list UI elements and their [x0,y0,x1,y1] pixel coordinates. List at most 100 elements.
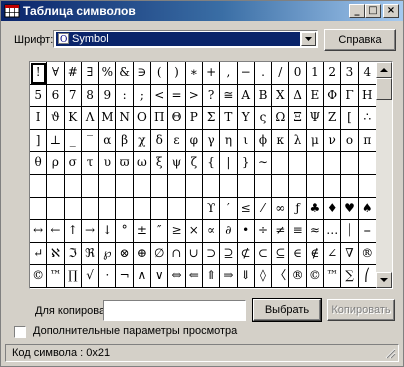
char-cell[interactable]: # [64,62,82,85]
char-cell[interactable]: Ζ [324,107,342,130]
char-cell[interactable]: ⇑ [202,265,221,288]
char-cell[interactable]: Γ [341,84,359,108]
char-cell[interactable]: _ [64,129,82,153]
char-cell[interactable] [81,197,100,221]
char-cell[interactable]: ≥ [168,220,186,243]
char-cell[interactable]: Χ [272,84,290,108]
char-cell[interactable]: Ψ [306,107,325,130]
char-cell[interactable]: ™ [47,265,65,288]
char-cell[interactable]: Ν [116,107,134,130]
char-cell[interactable]: + [202,62,221,85]
font-dropdown[interactable]: O Symbol [53,30,318,48]
char-cell[interactable]: Φ [324,84,342,108]
char-cell[interactable]: ⇒ [220,265,238,288]
char-cell[interactable]: ν [324,129,342,153]
char-cell[interactable]: ⊇ [220,242,238,266]
char-cell[interactable]: ↑ [64,220,82,243]
char-cell[interactable]: ™ [324,265,342,288]
char-cell[interactable]: ϑ [47,107,65,130]
char-cell[interactable] [324,174,342,198]
char-cell[interactable]: ♥ [341,197,359,221]
select-button[interactable]: Выбрать [252,298,322,322]
char-cell[interactable]: ⎯ [358,220,376,243]
char-cell[interactable] [237,174,255,198]
char-cell[interactable] [151,174,169,198]
char-cell[interactable]: φ [185,129,203,153]
char-cell[interactable]: ⊗ [116,242,134,266]
char-cell[interactable] [341,152,359,175]
char-cell[interactable]: { [202,152,221,175]
char-cell[interactable]: ψ [168,152,186,175]
character-grid[interactable]: ! ∀ # ∃% & ∋() ∗ +, −./0 1 2 3 4 5 6 7 8 9:; < = >? ≅ Α Β Χ Δ Ε Φ Γ Η… [30,62,376,288]
char-cell[interactable]: ϖ [116,152,134,175]
char-cell[interactable]: σ [64,152,82,175]
font-dropdown-selection[interactable]: O Symbol [56,32,300,46]
char-cell[interactable]: ∠ [324,242,342,266]
char-cell[interactable]: ♠ [358,198,376,221]
char-cell[interactable] [133,197,152,221]
char-cell[interactable]: 2 [324,62,342,85]
scroll-up-button[interactable] [376,62,392,78]
char-cell[interactable] [220,174,238,198]
char-cell[interactable]: ⇔ [168,265,186,288]
char-cell[interactable]: Α [237,84,255,108]
char-cell[interactable]: ℑ [64,242,82,266]
char-cell[interactable] [47,197,65,221]
char-cell[interactable]: ♦ [324,197,342,221]
char-cell[interactable]: λ [289,129,307,153]
char-cell[interactable]: ∝ [202,220,221,243]
char-cell[interactable]: ι [237,129,255,153]
char-cell[interactable]: ζ [185,152,203,175]
char-cell[interactable]: 8 [81,84,100,108]
char-cell[interactable]: 6 [47,84,65,108]
char-cell[interactable]: Λ [81,107,100,130]
char-cell[interactable]: ℜ [81,242,100,266]
char-cell[interactable]: Ο [133,107,152,130]
char-cell[interactable]: 〈 [272,265,290,288]
char-cell[interactable]: 1 [306,62,325,85]
char-cell[interactable] [358,175,376,198]
char-cell[interactable]: 3 [341,62,359,85]
title-bar[interactable]: Таблица символов _ □ × [1,1,403,21]
char-cell[interactable]: ∑ [341,265,359,288]
char-cell[interactable]: ∞ [272,197,290,221]
char-cell[interactable]: Β [254,84,273,108]
char-cell[interactable]: ε [168,129,186,153]
char-cell[interactable]: ¬ [116,265,134,288]
char-cell[interactable]: χ [133,129,152,153]
scroll-thumb[interactable] [376,78,392,100]
char-cell[interactable] [202,174,221,198]
char-cell[interactable]: ⇓ [237,265,255,288]
char-cell[interactable]: Π [151,107,169,130]
char-cell[interactable]: ⎛ [358,265,376,288]
char-cell[interactable]: ∂ [220,220,238,243]
char-cell[interactable]: → [81,220,100,243]
char-cell[interactable]: • [237,220,255,243]
char-cell[interactable]: ℵ [47,242,65,266]
char-cell[interactable]: [ [341,107,359,130]
char-cell[interactable] [289,174,307,198]
maximize-button[interactable]: □ [365,4,381,18]
char-cell[interactable] [30,174,48,198]
char-cell[interactable] [272,152,290,175]
char-cell[interactable]: − [237,62,255,85]
char-cell[interactable]: % [99,62,117,85]
copy-button[interactable]: Копировать [327,299,395,321]
char-cell[interactable] [81,174,100,198]
char-cell[interactable]: © [30,265,48,288]
char-cell[interactable] [64,197,82,221]
char-cell[interactable]: ↔ [30,220,48,243]
char-cell[interactable]: ≅ [220,84,238,108]
char-cell[interactable] [341,174,359,198]
char-cell[interactable] [306,174,325,198]
char-cell[interactable]: & [116,62,134,85]
char-cell[interactable]: ∼ [254,152,273,175]
char-cell[interactable]: γ [202,129,221,153]
char-cell[interactable]: θ [30,152,48,175]
char-cell[interactable]: ± [133,220,152,243]
char-cell[interactable]: < [151,84,169,108]
char-cell[interactable]: π [358,130,376,153]
char-cell[interactable]: Η [358,85,376,108]
char-cell[interactable]: τ [81,152,100,175]
char-cell[interactable]: | [220,152,238,175]
